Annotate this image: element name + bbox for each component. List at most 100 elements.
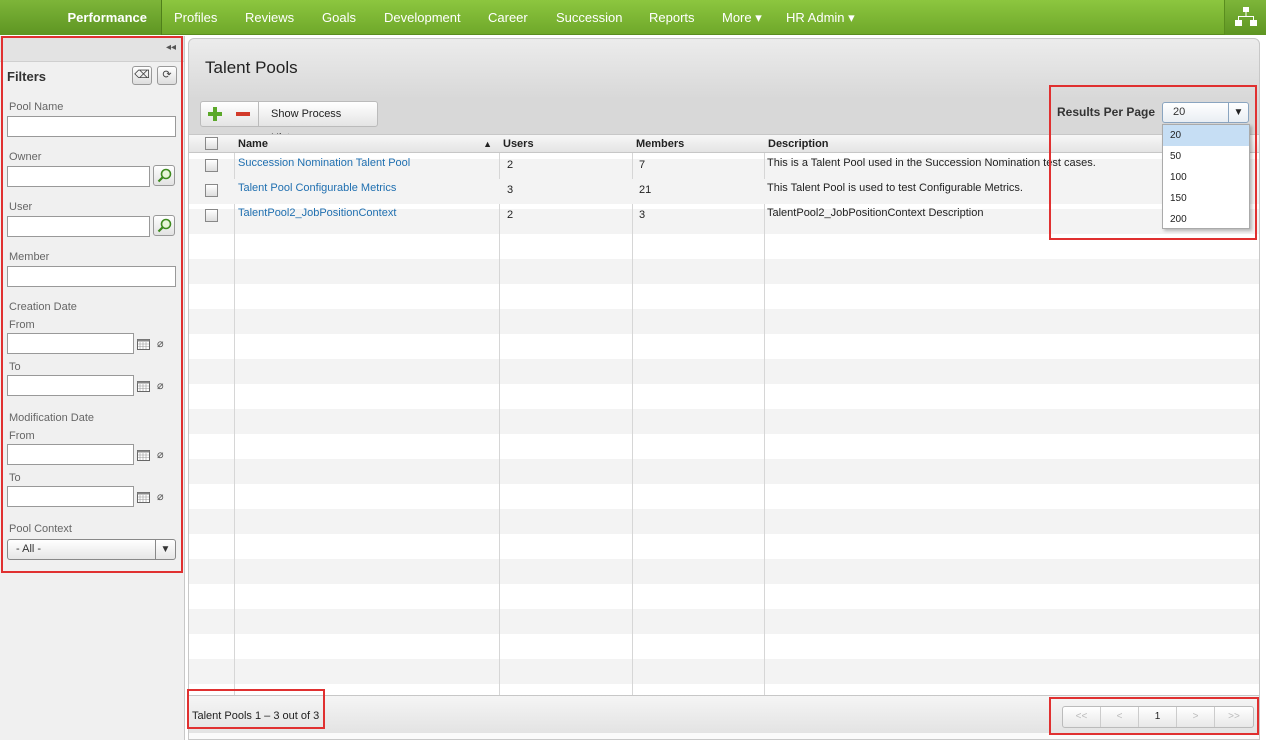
nav-career[interactable]: Career — [488, 0, 528, 35]
pool-name-link[interactable]: Talent Pool Configurable Metrics — [238, 182, 396, 194]
nav-performance[interactable]: Performance — [0, 0, 162, 35]
pool-context-select[interactable]: - All - ▼ — [7, 539, 176, 560]
clear-filters-button[interactable]: ⌫ — [132, 66, 152, 85]
pool-name-link[interactable]: Succession Nomination Talent Pool — [238, 157, 410, 169]
nav-more[interactable]: More ▾ — [722, 0, 762, 35]
creation-date-label: Creation Date — [9, 301, 77, 313]
modification-from-input[interactable] — [7, 444, 134, 465]
results-per-page-label: Results Per Page — [1057, 105, 1156, 119]
clear-date-icon[interactable]: ⌀ — [157, 448, 164, 461]
clear-date-icon[interactable]: ⌀ — [157, 337, 164, 350]
table-row — [189, 409, 1259, 434]
members-count: 7 — [639, 159, 646, 171]
table-row — [189, 559, 1259, 584]
users-count: 2 — [507, 209, 514, 221]
calendar-icon[interactable] — [137, 339, 150, 350]
results-per-page-value: 20 — [1173, 106, 1186, 118]
modification-to-input[interactable] — [7, 486, 134, 507]
users-count: 3 — [507, 184, 514, 196]
results-option-150[interactable]: 150 — [1163, 188, 1249, 209]
calendar-icon[interactable] — [137, 381, 150, 392]
column-header-users[interactable]: Users — [499, 135, 534, 153]
owner-input[interactable] — [7, 166, 150, 187]
owner-label: Owner — [9, 151, 42, 163]
users-count: 2 — [507, 159, 514, 171]
members-count: 3 — [639, 209, 646, 221]
pool-description: This is a Talent Pool used in the Succes… — [767, 157, 1096, 169]
sort-ascending-icon: ▲ — [483, 139, 492, 149]
nav-goals[interactable]: Goals — [322, 0, 356, 35]
results-option-20[interactable]: 20 — [1163, 125, 1249, 146]
results-option-50[interactable]: 50 — [1163, 146, 1249, 167]
pool-description: TalentPool2_JobPositionContext Descripti… — [767, 207, 984, 219]
last-page-button[interactable]: >> — [1215, 707, 1253, 727]
collapse-left-icon[interactable]: ◂◂ — [166, 42, 176, 53]
previous-page-button[interactable]: < — [1101, 707, 1139, 727]
clear-date-icon[interactable]: ⌀ — [157, 490, 164, 503]
table-footer: Talent Pools 1 – 3 out of 3 << < 1 > >> — [189, 695, 1259, 733]
row-checkbox[interactable] — [205, 209, 218, 222]
refresh-icon: ⟳ — [162, 69, 172, 81]
table-header: Name ▲ Users Members Description — [189, 134, 1259, 153]
results-per-page-select[interactable]: 20 ▼ — [1162, 102, 1249, 123]
nav-development[interactable]: Development — [384, 0, 461, 35]
member-label: Member — [9, 251, 50, 263]
creation-to-input[interactable] — [7, 375, 134, 396]
user-lookup-button[interactable] — [153, 215, 175, 236]
table-row — [189, 509, 1259, 534]
modification-from-label: From — [9, 430, 35, 442]
remove-icon[interactable] — [235, 106, 251, 122]
eraser-icon: ⌫ — [134, 69, 150, 81]
chevron-down-icon: ▼ — [155, 540, 175, 559]
nav-profiles[interactable]: Profiles — [174, 0, 217, 35]
results-option-200[interactable]: 200 — [1163, 209, 1249, 230]
table-row: TalentPool2_JobPositionContext 2 3 Talen… — [189, 204, 1259, 229]
pool-name-label: Pool Name — [9, 101, 64, 113]
org-chart-icon — [1235, 7, 1257, 26]
table-row — [189, 359, 1259, 384]
page-title: Talent Pools — [205, 58, 298, 77]
add-icon[interactable] — [207, 106, 223, 122]
user-input[interactable] — [7, 216, 150, 237]
pool-context-label: Pool Context — [9, 523, 72, 535]
first-page-button[interactable]: << — [1063, 707, 1101, 727]
user-label: User — [9, 201, 33, 213]
nav-succession[interactable]: Succession — [556, 0, 622, 35]
talent-pools-table: Name ▲ Users Members Description Success… — [189, 134, 1259, 695]
pagination: << < 1 > >> — [1062, 706, 1254, 728]
modification-date-label: Modification Date — [9, 412, 94, 424]
calendar-icon[interactable] — [137, 492, 150, 503]
row-checkbox[interactable] — [205, 184, 218, 197]
creation-from-input[interactable] — [7, 333, 134, 354]
top-nav: Performance Profiles Reviews Goals Devel… — [0, 0, 1266, 35]
column-header-name-label: Name — [238, 138, 268, 150]
refresh-filters-button[interactable]: ⟳ — [157, 66, 177, 85]
table-row — [189, 659, 1259, 684]
select-all-checkbox[interactable] — [205, 137, 218, 150]
clear-date-icon[interactable]: ⌀ — [157, 379, 164, 392]
next-page-button[interactable]: > — [1177, 707, 1215, 727]
modification-to-label: To — [9, 472, 21, 484]
org-chart-button[interactable] — [1224, 0, 1266, 35]
filters-title: Filters — [7, 69, 47, 84]
results-option-100[interactable]: 100 — [1163, 167, 1249, 188]
current-page-number[interactable]: 1 — [1139, 707, 1177, 727]
calendar-icon[interactable] — [137, 450, 150, 461]
pool-name-link[interactable]: TalentPool2_JobPositionContext — [238, 207, 396, 219]
table-toolbar: Show Process History — [200, 101, 378, 144]
column-header-description[interactable]: Description — [764, 135, 829, 153]
nav-hr-admin[interactable]: HR Admin ▾ — [786, 0, 855, 35]
members-count: 21 — [639, 184, 652, 196]
nav-reviews[interactable]: Reviews — [245, 0, 294, 35]
column-header-name[interactable]: Name ▲ — [234, 135, 499, 153]
pool-description: This Talent Pool is used to test Configu… — [767, 182, 1023, 194]
column-header-members[interactable]: Members — [632, 135, 684, 153]
owner-lookup-button[interactable] — [153, 165, 175, 186]
search-icon — [157, 218, 172, 233]
show-process-history-button[interactable]: Show Process History — [258, 102, 377, 144]
pool-name-input[interactable] — [7, 116, 176, 137]
nav-reports[interactable]: Reports — [649, 0, 695, 35]
table-row: Talent Pool Configurable Metrics 3 21 Th… — [189, 179, 1259, 204]
row-checkbox[interactable] — [205, 159, 218, 172]
member-input[interactable] — [7, 266, 176, 287]
